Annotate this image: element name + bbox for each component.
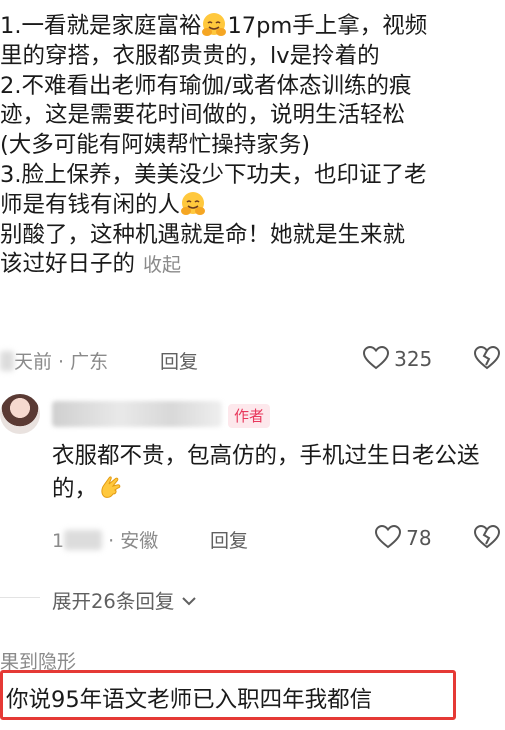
- comment-body: 1.一看就是家庭富裕 17pm手上拿，视频 里的穿搭，衣服都贵贵的，lv是拎着的 …: [0, 12, 500, 281]
- reply-body: 衣服都不贵，包高仿的，手机过生日老公送的，: [52, 440, 502, 506]
- comment-line: 里的穿搭，衣服都贵贵的，lv是拎着的: [0, 42, 380, 69]
- blurred-time: [0, 351, 14, 371]
- chevron-down-icon: [181, 597, 196, 606]
- heart-icon: [374, 524, 402, 549]
- comment-line: 迹，这是需要花时间做的，说明生活轻松: [0, 102, 406, 129]
- hugging-face-emoji-icon: [180, 191, 206, 217]
- comment-line: 3.脸上保养，美美没少下功夫，也印证了老: [0, 161, 427, 188]
- ok-hand-emoji-icon: [97, 473, 125, 501]
- comment-line: 17pm手上拿，视频: [227, 13, 428, 39]
- dislike-button[interactable]: [473, 524, 501, 553]
- author-badge: 作者: [228, 404, 271, 428]
- like-count: 325: [394, 347, 433, 371]
- expand-replies-button[interactable]: 展开26条回复: [52, 585, 197, 614]
- reply-button[interactable]: 回复: [210, 526, 248, 553]
- reply-button[interactable]: 回复: [160, 347, 198, 374]
- reply-time-location: 1 · 安徽: [52, 530, 159, 552]
- comment-line: 该过好日子的: [0, 251, 136, 278]
- like-button[interactable]: 325: [362, 345, 433, 371]
- comment-line: 师是有钱有闲的人: [0, 191, 181, 218]
- blurred-username[interactable]: [52, 401, 222, 427]
- heart-icon: [362, 345, 390, 370]
- next-comment-text: 你说95年语文老师已入职四年我都信: [6, 687, 373, 713]
- broken-heart-icon: [473, 524, 501, 549]
- comment-line: 1.一看就是家庭富裕: [0, 13, 202, 39]
- like-button[interactable]: 78: [374, 524, 432, 550]
- comment-line: 别酸了，这种机遇就是命！她就是生来就: [0, 221, 406, 248]
- comment-line: (大多可能有阿姨帮忙操持家务): [0, 132, 311, 159]
- divider: [0, 597, 40, 598]
- comment-line: 2.不难看出老师有瑜伽/或者体态训练的痕: [0, 72, 412, 99]
- collapse-link[interactable]: 收起: [143, 254, 181, 276]
- hugging-face-emoji-icon: [201, 12, 227, 38]
- like-count: 78: [406, 526, 432, 550]
- avatar[interactable]: [0, 394, 40, 434]
- comment-time-location: 天前 · 广东: [0, 347, 108, 374]
- blurred-time: [64, 530, 103, 550]
- expand-replies-label: 展开26条回复: [52, 590, 175, 613]
- dislike-button[interactable]: [473, 345, 501, 374]
- broken-heart-icon: [473, 345, 501, 370]
